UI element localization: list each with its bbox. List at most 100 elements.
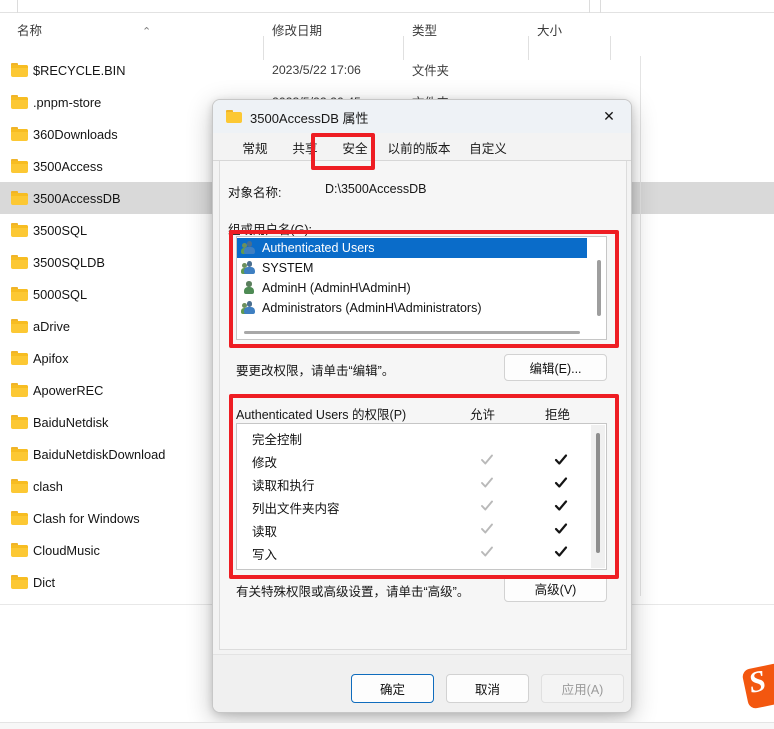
folder-icon [11, 479, 28, 493]
deny-checkmark-icon[interactable] [553, 520, 569, 537]
file-name: Dict [33, 574, 56, 590]
edit-button[interactable]: 编辑(E)... [504, 354, 607, 381]
folder-icon [11, 543, 28, 557]
permission-row-read[interactable]: 读取 [237, 518, 592, 541]
explorer-toolbar-strip [0, 0, 774, 13]
file-name: 3500AccessDB [33, 190, 121, 206]
dialog-tab-strip: 常规 共享 安全 以前的版本 自定义 [213, 133, 631, 161]
folder-icon [11, 319, 28, 333]
file-name: Apifox [33, 350, 69, 366]
tab-general[interactable]: 常规 [230, 133, 280, 161]
folder-icon [226, 110, 242, 123]
single-user-icon [242, 281, 257, 295]
allow-checkmark-icon[interactable] [479, 474, 495, 491]
file-name: 3500Access [33, 158, 103, 174]
folder-icon [11, 575, 28, 589]
scrollbar-thumb[interactable] [244, 331, 580, 334]
file-name: 5000SQL [33, 286, 88, 302]
folder-icon [11, 415, 28, 429]
user-list-horizontal-scrollbar[interactable] [238, 327, 586, 337]
folder-icon [11, 63, 28, 77]
group-users-icon [241, 301, 257, 315]
folder-icon [11, 223, 28, 237]
column-header-type[interactable]: 类型 [412, 14, 437, 44]
allow-checkmark-icon[interactable] [479, 543, 495, 560]
object-name-value: D:\3500AccessDB [325, 182, 427, 196]
allow-checkmark-icon[interactable] [479, 451, 495, 468]
edit-permissions-hint: 要更改权限，请单击“编辑”。 [236, 364, 395, 378]
user-name: SYSTEM [262, 261, 314, 275]
file-name: ApowerREC [33, 382, 104, 398]
file-row-recycle-bin[interactable]: $RECYCLE.BIN 2023/5/22 17:06 文件夹 [0, 54, 774, 86]
deny-column-header: 拒绝 [545, 408, 571, 422]
toolbar-segment-left [17, 0, 590, 13]
group-or-user-names-list[interactable]: Authenticated Users SYSTEM AdminH (Admin… [236, 236, 607, 340]
file-name: 3500SQLDB [33, 254, 105, 270]
apply-button: 应用(A) [541, 674, 624, 703]
folder-icon [11, 127, 28, 141]
allow-checkmark-icon[interactable] [479, 520, 495, 537]
file-name: BaiduNetdisk [33, 414, 109, 430]
column-header-name[interactable]: 名称 [17, 14, 42, 44]
user-list-item-authenticated-users[interactable]: Authenticated Users [237, 238, 587, 258]
user-name: Authenticated Users [262, 241, 375, 255]
tab-security[interactable]: 安全 [330, 133, 380, 161]
tab-customize[interactable]: 自定义 [458, 133, 518, 161]
user-list-vertical-scrollbar[interactable] [593, 238, 605, 338]
ok-button[interactable]: 确定 [351, 674, 434, 703]
close-icon[interactable]: ✕ [587, 100, 631, 132]
allow-checkmark-icon[interactable] [479, 497, 495, 514]
column-header-date[interactable]: 修改日期 [272, 14, 322, 44]
permission-row-write[interactable]: 写入 [237, 541, 592, 564]
permission-row-list-folder-contents[interactable]: 列出文件夹内容 [237, 495, 592, 518]
scrollbar-thumb[interactable] [596, 433, 600, 553]
permission-row-modify[interactable]: 修改 [237, 449, 592, 472]
scrollbar-thumb[interactable] [597, 260, 601, 316]
file-name: clash [33, 478, 63, 494]
permissions-vertical-scrollbar[interactable] [591, 425, 605, 568]
user-name: AdminH (AdminH\AdminH) [262, 281, 411, 295]
file-name: BaiduNetdiskDownload [33, 446, 166, 462]
folder-icon [11, 255, 28, 269]
file-name: aDrive [33, 318, 70, 334]
dialog-title-bar[interactable]: 3500AccessDB 属性 ✕ [213, 100, 631, 133]
permissions-list[interactable]: 完全控制 修改 读取和执行 列出文件夹内容 读取 写入 [236, 423, 607, 570]
toolbar-segment-right [600, 0, 774, 13]
advanced-button[interactable]: 高级(V) [504, 575, 607, 602]
dialog-title: 3500AccessDB 属性 [250, 111, 369, 126]
taskbar-edge [0, 722, 774, 729]
permission-name: 写入 [252, 548, 278, 562]
deny-checkmark-icon[interactable] [553, 474, 569, 491]
deny-checkmark-icon[interactable] [553, 497, 569, 514]
tab-sharing[interactable]: 共享 [280, 133, 330, 161]
file-name: $RECYCLE.BIN [33, 62, 126, 78]
allow-column-header: 允许 [470, 408, 496, 422]
permission-name: 完全控制 [252, 433, 303, 447]
user-list-item-system[interactable]: SYSTEM [237, 258, 587, 278]
folder-icon [11, 95, 28, 109]
advanced-settings-hint: 有关特殊权限或高级设置，请单击“高级”。 [236, 585, 470, 599]
file-date: 2023/5/22 17:06 [272, 63, 361, 77]
deny-checkmark-icon[interactable] [553, 451, 569, 468]
file-name: 3500SQL [33, 222, 88, 238]
explorer-pane-divider [640, 56, 641, 596]
permission-name: 修改 [252, 456, 278, 470]
column-header-bar: 名称 ⌃ 修改日期 类型 大小 [0, 14, 774, 60]
user-list-item-administrators[interactable]: Administrators (AdminH\Administrators) [237, 298, 587, 318]
sort-ascending-icon: ⌃ [142, 26, 152, 38]
permission-row-full-control[interactable]: 完全控制 [237, 426, 592, 449]
user-list-item-adminh[interactable]: AdminH (AdminH\AdminH) [237, 278, 587, 298]
tab-previous-versions[interactable]: 以前的版本 [380, 133, 458, 161]
object-name-label: 对象名称: [228, 186, 282, 200]
file-name: Clash for Windows [33, 510, 140, 526]
logo-letter: S [745, 664, 769, 700]
permission-name: 读取 [252, 525, 278, 539]
deny-checkmark-icon[interactable] [553, 543, 569, 560]
permission-row-read-execute[interactable]: 读取和执行 [237, 472, 592, 495]
cancel-button[interactable]: 取消 [446, 674, 529, 703]
folder-icon [11, 383, 28, 397]
file-name: 360Downloads [33, 126, 118, 142]
group-users-icon [241, 261, 257, 275]
column-header-size[interactable]: 大小 [537, 14, 562, 44]
file-type: 文件夹 [412, 64, 449, 78]
